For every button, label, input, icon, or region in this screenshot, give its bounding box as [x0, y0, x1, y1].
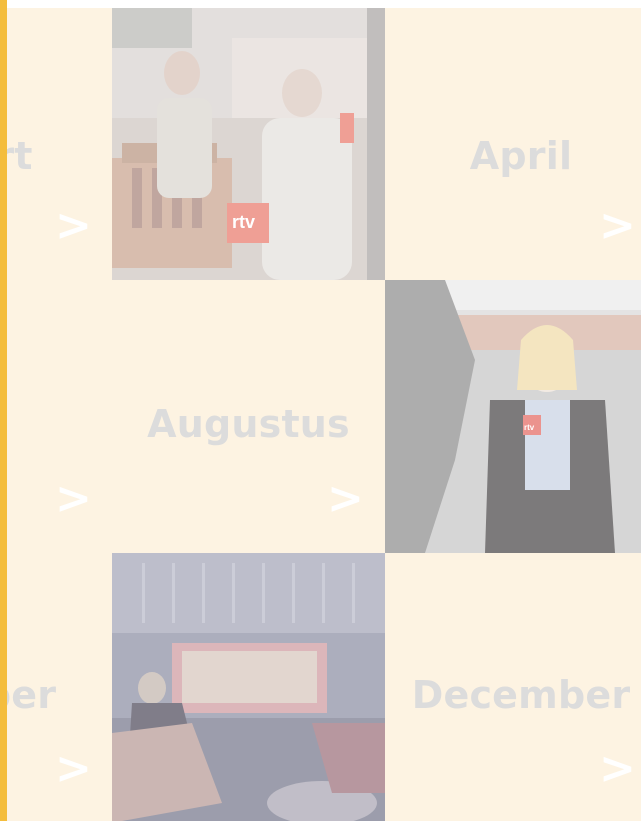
tile-augustus[interactable]: Augustus > [112, 280, 385, 553]
tile-label-december: December [411, 673, 631, 717]
chevron-right-icon[interactable]: > [55, 477, 92, 521]
chevron-right-icon[interactable]: > [327, 477, 364, 521]
tile-december[interactable]: December > [385, 553, 641, 821]
accent-bar [0, 0, 7, 821]
tile-label-april: April [469, 134, 573, 178]
photo-studio-rtv-image: rtv [112, 8, 385, 280]
chevron-right-icon[interactable]: > [55, 747, 92, 791]
tile-april[interactable]: April > [385, 8, 641, 280]
tile-label-maart: rt [0, 134, 33, 178]
photo-tv-stage-image [112, 553, 385, 821]
photo-reporter-outdoor[interactable]: rtv [385, 280, 641, 553]
photo-studio-rtv[interactable]: rtv [112, 8, 385, 280]
tile-label-oktober: ber [0, 673, 57, 717]
chevron-right-icon[interactable]: > [599, 204, 636, 248]
tile-label-augustus: Augustus [147, 402, 350, 446]
tile-maart[interactable]: rt > [0, 8, 112, 280]
chevron-right-icon[interactable]: > [599, 747, 636, 791]
tile-oktober[interactable]: ber > [0, 553, 112, 821]
chevron-right-icon[interactable]: > [55, 204, 92, 248]
month-grid: rt > > ber > rtv [0, 0, 641, 821]
photo-tv-stage[interactable] [112, 553, 385, 821]
tile-juni[interactable]: > [0, 280, 112, 553]
photo-reporter-outdoor-image: rtv [385, 280, 641, 553]
